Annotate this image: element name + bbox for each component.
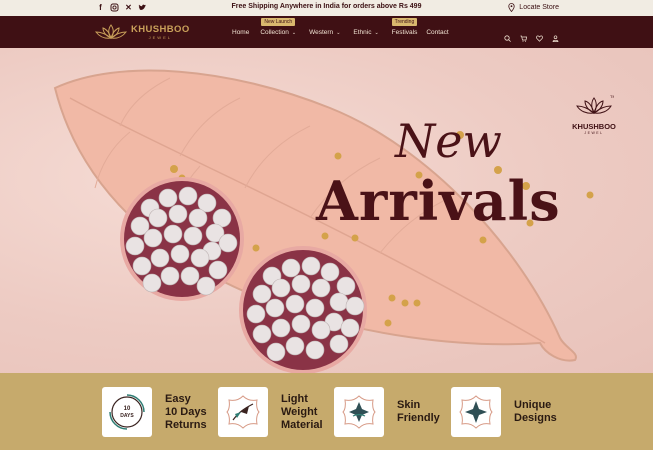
lotus-logo-icon: TM bbox=[576, 94, 616, 114]
chevron-down-icon: ⌄ bbox=[374, 30, 379, 36]
logo-subtitle: JEWEL bbox=[148, 34, 172, 40]
trending-badge: Trending bbox=[391, 18, 418, 26]
feature-icon-box: 10 DAYS bbox=[102, 387, 152, 437]
feature-line: Light bbox=[281, 392, 308, 405]
feature-icon-box bbox=[218, 387, 268, 437]
brand-logo[interactable]: KHUSHBOO JEWEL bbox=[94, 22, 190, 42]
feature-label: Skin Friendly bbox=[397, 399, 440, 425]
nav-item-label: Home bbox=[232, 29, 250, 36]
nav-item-label: Ethnic bbox=[353, 29, 372, 36]
top-announcement-bar: f ✕ Free Shipping Anywhere in India for … bbox=[0, 0, 653, 16]
locate-store-label: Locate Store bbox=[519, 4, 559, 11]
location-pin-icon bbox=[508, 3, 515, 12]
feature-icon-box bbox=[451, 387, 501, 437]
nav-item-ethnic[interactable]: Ethnic ⌄ bbox=[353, 29, 378, 36]
skin-friendly-icon bbox=[342, 395, 376, 429]
feature-line: Unique bbox=[514, 399, 552, 411]
hero-brand-logo: TM KHUSHBOO JEWEL bbox=[569, 94, 619, 135]
feature-line: Weight bbox=[281, 405, 318, 418]
hero-brand-sub: JEWEL bbox=[584, 131, 604, 135]
main-header: KHUSHBOO JEWEL Home New Launch Collectio… bbox=[0, 16, 653, 48]
main-nav: Home New Launch Collection ⌄ Western ⌄ Eth… bbox=[232, 18, 449, 36]
header-icons bbox=[504, 29, 559, 42]
hero-banner[interactable]: New Arrivals TM KHUSHBOO JEWEL bbox=[0, 48, 653, 373]
nav-item-label: Festivals bbox=[391, 29, 418, 36]
trademark-symbol: TM bbox=[610, 94, 614, 99]
nav-item-label: Contact bbox=[426, 29, 449, 36]
feature-label: Unique Designs bbox=[514, 399, 557, 425]
features-bar: 10 DAYS Easy 10 Days Returns Light Weigh… bbox=[0, 373, 653, 450]
feature-label: Easy 10 Days Returns bbox=[165, 393, 207, 432]
chevron-down-icon: ⌄ bbox=[291, 30, 297, 36]
unique-design-icon bbox=[459, 395, 493, 429]
feature-line: Easy bbox=[165, 392, 191, 405]
feature-line: Friendly bbox=[397, 412, 440, 424]
feature-line: 10 Days bbox=[165, 405, 207, 418]
feather-icon bbox=[226, 395, 260, 429]
feature-light-weight: Light Weight Material bbox=[218, 387, 323, 437]
lotus-logo-icon bbox=[94, 24, 128, 39]
nav-item-festivals[interactable]: Trending Festivals bbox=[391, 18, 418, 36]
feature-label: Light Weight Material bbox=[281, 393, 323, 432]
feature-line: Designs bbox=[514, 412, 557, 424]
chevron-down-icon: ⌄ bbox=[336, 30, 341, 36]
feature-easy-returns: 10 DAYS Easy 10 Days Returns bbox=[102, 387, 207, 437]
logo-name: KHUSHBOO bbox=[131, 23, 190, 35]
nav-item-contact[interactable]: Contact bbox=[426, 29, 448, 36]
nav-item-home[interactable]: Home bbox=[232, 29, 249, 36]
new-launch-badge: New Launch bbox=[261, 18, 296, 26]
returns-icon: 10 DAYS bbox=[109, 394, 145, 430]
hero-title-script: New bbox=[395, 114, 502, 168]
nav-item-label: Western bbox=[309, 29, 334, 36]
nav-item-collection[interactable]: New Launch Collection ⌄ bbox=[260, 18, 297, 36]
nav-item-western[interactable]: Western ⌄ bbox=[309, 29, 340, 36]
svg-text:10: 10 bbox=[124, 406, 131, 412]
search-icon[interactable] bbox=[504, 29, 511, 42]
feature-unique-designs: Unique Designs bbox=[451, 387, 557, 437]
nav-item-label: Collection bbox=[260, 29, 289, 36]
feature-skin-friendly: Skin Friendly bbox=[334, 387, 440, 437]
feature-line: Material bbox=[281, 418, 323, 431]
feature-line: Skin bbox=[397, 399, 421, 411]
locate-store-link[interactable]: Locate Store bbox=[508, 3, 559, 12]
svg-text:DAYS: DAYS bbox=[120, 413, 134, 419]
feature-line: Returns bbox=[165, 418, 207, 431]
feature-icon-box bbox=[334, 387, 384, 437]
wishlist-icon[interactable] bbox=[536, 29, 543, 42]
hero-brand-name: KHUSHBOO bbox=[572, 122, 616, 131]
hero-title: Arrivals bbox=[316, 169, 561, 233]
account-icon[interactable] bbox=[552, 29, 559, 42]
cart-icon[interactable] bbox=[520, 29, 528, 42]
